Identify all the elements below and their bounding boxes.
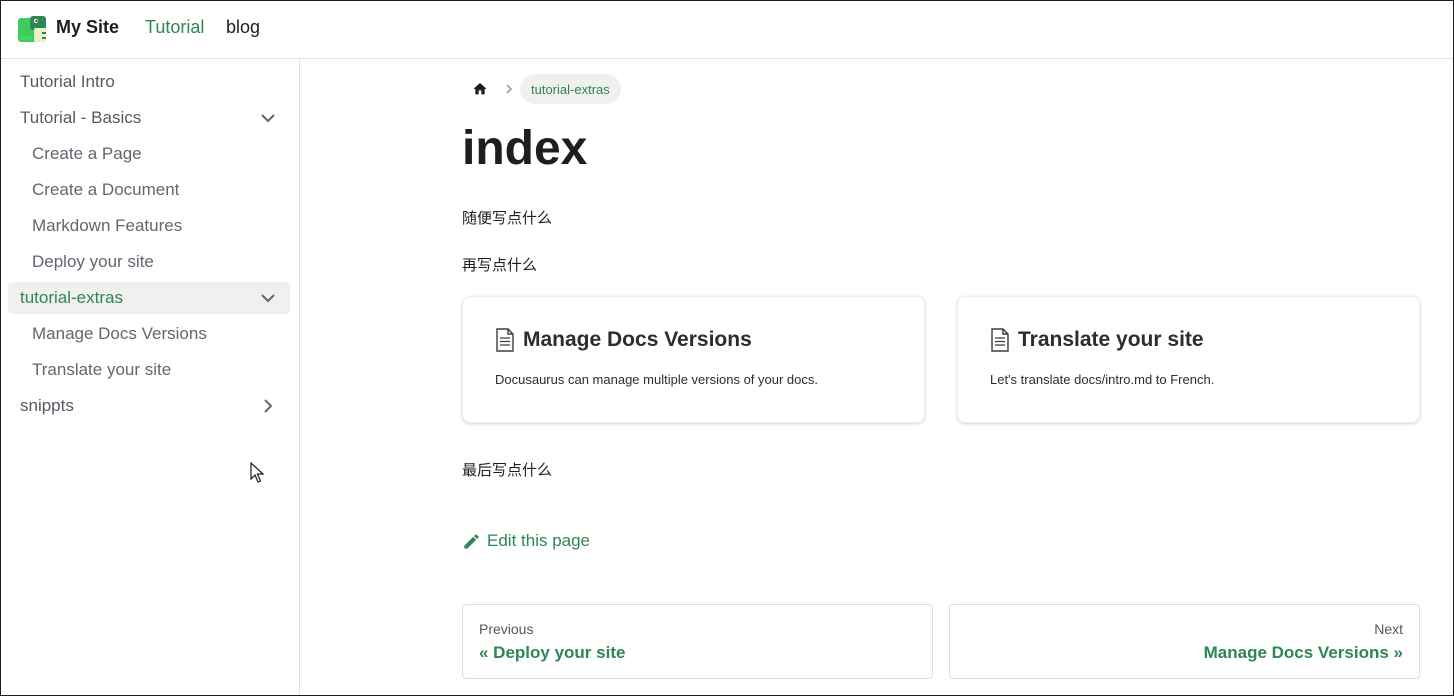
- paragraph: 再写点什么: [462, 257, 538, 274]
- pagination-sublabel: Next: [1374, 621, 1403, 637]
- sidebar-item-label: Translate your site: [32, 360, 172, 379]
- sidebar-item-label: Create a Page: [32, 144, 142, 163]
- site-title[interactable]: My Site: [56, 17, 119, 38]
- sidebar-item-manage-docs-versions[interactable]: Manage Docs Versions: [8, 318, 290, 350]
- mouse-cursor-icon: [250, 462, 264, 483]
- paragraph: 随便写点什么: [462, 210, 553, 227]
- sidebar-item-create-a-page[interactable]: Create a Page: [8, 138, 290, 170]
- navbar: My Site Tutorial blog: [0, 0, 1454, 59]
- sidebar-category-snippts[interactable]: snippts: [8, 390, 290, 422]
- sidebar-item-markdown-features[interactable]: Markdown Features: [8, 210, 290, 242]
- card-description: Let's translate docs/intro.md to French.: [990, 372, 1215, 387]
- pagination-label: Manage Docs Versions »: [1203, 643, 1403, 662]
- chevron-down-icon[interactable]: [258, 108, 278, 128]
- breadcrumb: tutorial-extras: [462, 74, 621, 104]
- pagination-previous[interactable]: Previous « Deploy your site: [462, 604, 933, 679]
- pagination-label: « Deploy your site: [479, 643, 626, 662]
- pencil-icon: [464, 533, 479, 549]
- sidebar-item-deploy-your-site[interactable]: Deploy your site: [8, 246, 290, 278]
- chevron-right-icon: [498, 84, 520, 94]
- doc-card-manage-docs-versions[interactable]: Manage Docs Versions Docusaurus can mana…: [462, 296, 925, 423]
- edit-link-label: Edit this page: [487, 531, 591, 550]
- sidebar-item-create-a-document[interactable]: Create a Document: [8, 174, 290, 206]
- docs-sidebar: Tutorial Intro Tutorial - Basics Create …: [0, 59, 300, 696]
- chevron-right-icon[interactable]: [258, 396, 278, 416]
- dinosaur-logo-icon[interactable]: [16, 14, 48, 44]
- doc-card-translate-your-site[interactable]: Translate your site Let's translate docs…: [957, 296, 1420, 423]
- edit-this-page-link[interactable]: Edit this page: [462, 531, 590, 551]
- sidebar-item-translate-your-site[interactable]: Translate your site: [8, 354, 290, 386]
- sidebar-item-label: Manage Docs Versions: [32, 324, 207, 343]
- paragraph: 最后写点什么: [462, 462, 553, 479]
- page-title: index: [462, 122, 588, 175]
- card-description: Docusaurus can manage multiple versions …: [495, 372, 818, 387]
- document-icon: [991, 328, 1009, 352]
- chevron-down-icon[interactable]: [258, 288, 278, 308]
- sidebar-category-tutorial-basics[interactable]: Tutorial - Basics: [8, 102, 290, 134]
- nav-link-blog[interactable]: blog: [226, 17, 260, 38]
- home-icon: [473, 83, 487, 95]
- card-title: Translate your site: [1018, 328, 1204, 351]
- breadcrumb-current: tutorial-extras: [520, 74, 621, 104]
- sidebar-item-label: tutorial-extras: [20, 288, 123, 307]
- sidebar-item-label: Tutorial Intro: [20, 72, 115, 91]
- sidebar-item-label: snippts: [20, 396, 74, 415]
- pagination-sublabel: Previous: [479, 621, 534, 637]
- nav-link-tutorial[interactable]: Tutorial: [145, 17, 204, 38]
- card-title: Manage Docs Versions: [523, 328, 752, 351]
- sidebar-item-tutorial-intro[interactable]: Tutorial Intro: [8, 66, 290, 98]
- sidebar-item-label: Markdown Features: [32, 216, 183, 235]
- pagination-next[interactable]: Next Manage Docs Versions »: [949, 604, 1420, 679]
- breadcrumb-home[interactable]: [462, 74, 498, 104]
- sidebar-category-tutorial-extras[interactable]: tutorial-extras: [8, 282, 290, 314]
- sidebar-item-label: Deploy your site: [32, 252, 154, 271]
- document-icon: [496, 328, 514, 352]
- sidebar-item-label: Tutorial - Basics: [20, 108, 142, 127]
- sidebar-item-label: Create a Document: [32, 180, 180, 199]
